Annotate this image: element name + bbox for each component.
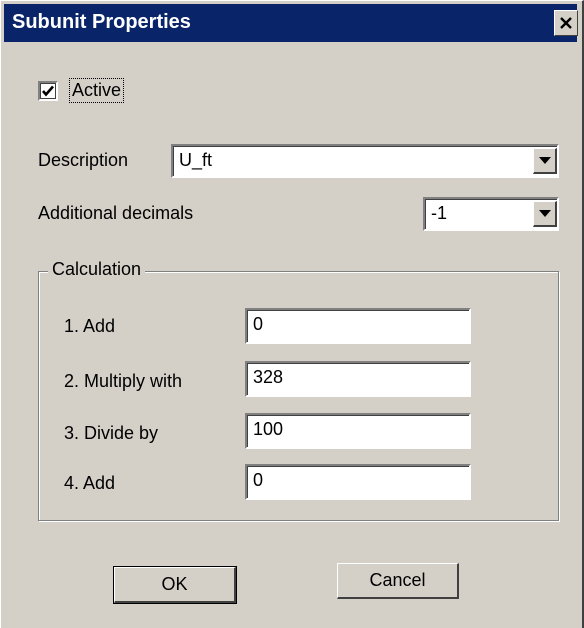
additional-decimals-dropdown-button[interactable] xyxy=(533,201,557,227)
calc-row-3-value: 100 xyxy=(253,419,284,439)
subunit-properties-dialog: Subunit Properties Active Description U_… xyxy=(0,0,584,628)
description-value: U_ft xyxy=(179,150,213,170)
calc-row-3-label: 3. Divide by xyxy=(64,423,159,443)
calc-row-4-label: 4. Add xyxy=(64,473,116,493)
calc-row-2-value: 328 xyxy=(253,367,284,387)
active-checkbox[interactable] xyxy=(38,81,58,101)
calc-row-4-input[interactable]: 0 xyxy=(245,464,471,500)
calc-row-1-input[interactable]: 0 xyxy=(245,308,471,344)
calculation-group-title: Calculation xyxy=(48,259,146,280)
description-label: Description xyxy=(38,150,129,170)
title-bar[interactable]: Subunit Properties xyxy=(4,4,578,42)
additional-decimals-combobox[interactable]: -1 xyxy=(423,197,559,231)
cancel-button[interactable]: Cancel xyxy=(337,563,459,599)
calc-row-1-value: 0 xyxy=(253,314,264,334)
calc-row-2-input[interactable]: 328 xyxy=(245,361,471,397)
description-dropdown-button[interactable] xyxy=(533,148,557,174)
calc-row-4-value: 0 xyxy=(253,470,264,490)
window-title: Subunit Properties xyxy=(12,11,191,33)
calc-row-2-label: 2. Multiply with xyxy=(64,371,183,391)
additional-decimals-value: -1 xyxy=(431,203,448,223)
active-label[interactable]: Active xyxy=(69,78,125,103)
ok-button[interactable]: OK xyxy=(113,566,237,604)
additional-decimals-label: Additional decimals xyxy=(38,203,194,223)
calc-row-3-input[interactable]: 100 xyxy=(245,413,471,449)
close-button[interactable] xyxy=(554,10,578,36)
calc-row-1-label: 1. Add xyxy=(64,316,116,336)
description-combobox[interactable]: U_ft xyxy=(171,144,559,178)
